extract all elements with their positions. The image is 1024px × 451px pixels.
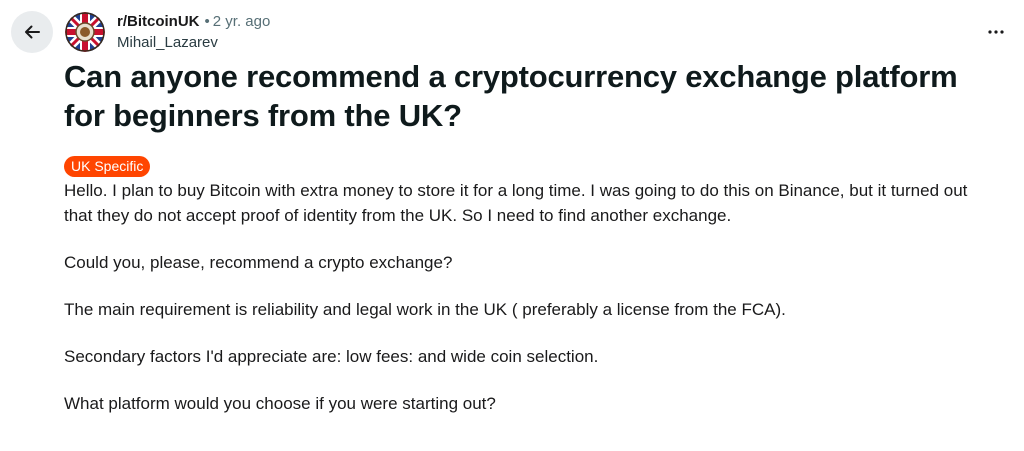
- post-meta: r/BitcoinUK • 2 yr. ago: [117, 13, 270, 31]
- meta-separator: •: [204, 13, 210, 30]
- post-paragraph: Secondary factors I'd appreciate are: lo…: [64, 347, 599, 366]
- post-flair[interactable]: UK Specific: [64, 156, 151, 177]
- more-options-button[interactable]: [984, 20, 1008, 44]
- subreddit-avatar[interactable]: [65, 12, 105, 52]
- subreddit-link[interactable]: r/BitcoinUK: [117, 13, 200, 30]
- post-body: Hello. I plan to buy Bitcoin with extra …: [64, 178, 994, 438]
- back-button[interactable]: [11, 11, 53, 53]
- post-paragraph: Could you, please, recommend a crypto ex…: [64, 253, 453, 272]
- arrow-left-icon: [25, 25, 40, 39]
- post-paragraph: Hello. I plan to buy Bitcoin with extra …: [64, 181, 968, 225]
- post-paragraph: The main requirement is reliability and …: [64, 300, 786, 319]
- more-horizontal-icon: [988, 30, 1004, 34]
- union-jack-bitcoin-icon: [65, 12, 105, 52]
- post-title: Can anyone recommend a cryptocurrency ex…: [64, 59, 958, 133]
- post-age: 2 yr. ago: [212, 13, 271, 30]
- author-link[interactable]: Mihail_Lazarev: [117, 34, 218, 52]
- post-paragraph: What platform would you choose if you we…: [64, 394, 496, 413]
